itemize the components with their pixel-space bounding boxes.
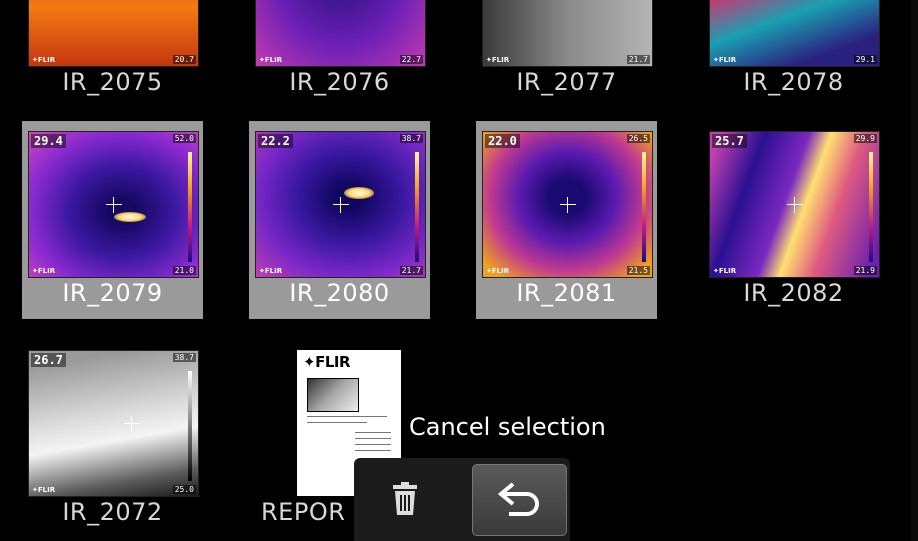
crosshair-icon [105,196,122,213]
cancel-selection-button[interactable] [472,464,567,536]
scale-low: 21.5 [626,266,650,275]
undo-arrow-icon [497,482,539,516]
thermal-thumbnail: ✦FLIR 20.7 [28,0,199,67]
spot-temperature: 26.7 [31,353,66,367]
color-scale [415,152,419,262]
flir-logo: ✦FLIR [303,353,351,371]
trash-icon [393,482,417,515]
scale-low: 20.7 [172,55,196,64]
flir-logo: ✦FLIR [713,267,737,275]
flir-logo: ✦FLIR [32,56,56,64]
scale-low: 21.9 [853,266,877,275]
scale-low: 21.7 [399,266,423,275]
gallery-item-selected[interactable]: 29.4 52.0 21.0 ✦FLIR IR_2079 [22,121,203,319]
item-caption: IR_2081 [516,279,617,307]
thermal-thumbnail: 26.7 38.7 25.0 ✦FLIR [28,350,199,497]
spot-temperature: 25.7 [712,134,747,148]
scale-high: 38.7 [399,134,423,143]
gallery-item[interactable]: 25.7 29.9 21.9 ✦FLIR IR_2082 [703,121,884,319]
thermal-thumbnail: 25.7 29.9 21.9 ✦FLIR [709,131,880,278]
delete-button[interactable] [380,479,430,519]
thermal-thumbnail: ✦FLIR 21.7 [482,0,653,67]
thermal-thumbnail: 29.4 52.0 21.0 ✦FLIR [28,131,199,278]
color-scale [188,371,192,481]
left-frame [0,0,12,541]
item-caption: IR_2075 [62,68,163,96]
thermal-thumbnail: 22.0 26.5 21.5 ✦FLIR [482,131,653,278]
item-caption: IR_2082 [743,279,844,307]
scale-low: 22.7 [399,55,423,64]
flir-logo: ✦FLIR [32,267,56,275]
item-caption: IR_2077 [516,68,617,96]
color-scale [188,152,192,262]
flir-logo: ✦FLIR [259,56,283,64]
spot-temperature: 22.0 [485,134,520,148]
scale-high: 38.7 [172,353,196,362]
thermal-thumbnail: 22.2 38.7 21.7 ✦FLIR [255,131,426,278]
flir-logo: ✦FLIR [259,267,283,275]
flir-logo: ✦FLIR [32,486,56,494]
flir-logo: ✦FLIR [486,56,510,64]
color-scale [869,152,873,262]
scale-low: 29.1 [853,55,877,64]
scale-high: 26.5 [626,134,650,143]
item-caption: IR_2080 [289,279,390,307]
gallery-item-selected[interactable]: 22.2 38.7 21.7 ✦FLIR IR_2080 [249,121,430,319]
item-caption: IR_2078 [743,68,844,96]
cancel-selection-tooltip: Cancel selection [409,413,606,441]
flir-logo: ✦FLIR [486,267,510,275]
item-caption: IR_2076 [289,68,390,96]
spot-temperature: 22.2 [258,134,293,148]
flir-logo: ✦FLIR [713,56,737,64]
gallery-item[interactable]: 26.7 38.7 25.0 ✦FLIR IR_2072 [22,340,203,538]
item-caption: IR_2079 [62,279,163,307]
thermal-thumbnail: ✦FLIR 29.1 [709,0,880,67]
item-caption: IR_2072 [62,498,163,526]
crosshair-icon [332,196,349,213]
crosshair-icon [559,196,576,213]
crosshair-icon [123,415,140,432]
scale-low: 25.0 [172,485,196,494]
scale-low: 21.0 [172,266,196,275]
crosshair-icon [786,196,803,213]
right-frame [911,0,918,541]
screen: ✦FLIR 20.7 IR_2075 ✦FLIR 22.7 IR_2076 ✦F… [0,0,918,541]
scale-high: 52.0 [172,134,196,143]
hot-spot [114,212,146,222]
scale-low: 21.7 [626,55,650,64]
spot-temperature: 29.4 [31,134,66,148]
scale-high: 29.9 [853,134,877,143]
thermal-thumbnail: ✦FLIR 22.7 [255,0,426,67]
report-image [307,378,359,412]
hot-spot [344,187,374,199]
color-scale [642,152,646,262]
gallery-item-selected[interactable]: 22.0 26.5 21.5 ✦FLIR IR_2081 [476,121,657,319]
